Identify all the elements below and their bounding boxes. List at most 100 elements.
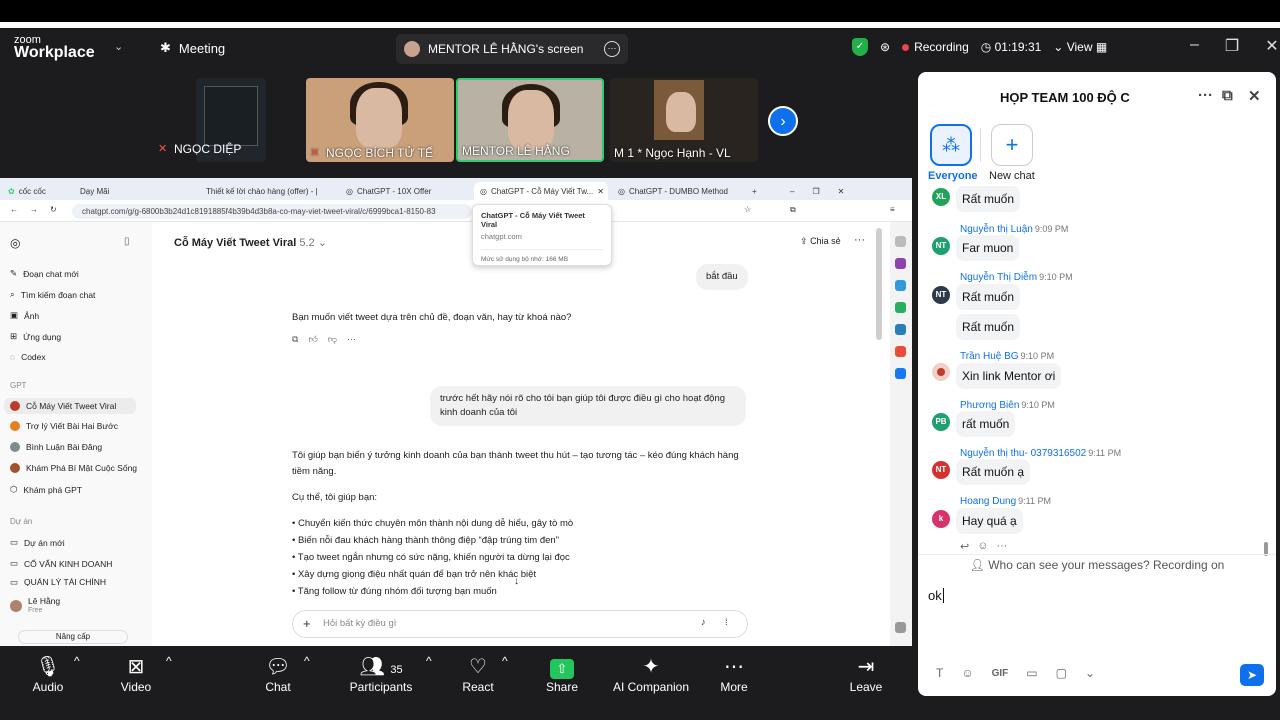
react-options-icon[interactable]: ^	[502, 654, 508, 668]
history-icon[interactable]	[895, 622, 906, 633]
next-page-button[interactable]: ›	[768, 106, 798, 136]
leave-button[interactable]: ⇥ Leave	[848, 654, 884, 694]
close-icon[interactable]: ✕	[838, 187, 845, 196]
chat-message[interactable]: Far muon	[956, 235, 1020, 261]
emoji-icon[interactable]: ☺	[961, 666, 973, 680]
view-button[interactable]: ⌄ View ▦	[1053, 40, 1107, 54]
video-tile-active-speaker[interactable]: MENTOR LÊ HẰNG	[456, 78, 604, 162]
forward-icon[interactable]: →	[30, 205, 38, 214]
browser-tab[interactable]: ◎ ChatGPT - DUMBO Method	[612, 182, 742, 200]
sidebar-item-new-chat[interactable]: ✎ Đoạn chat mới	[10, 268, 79, 279]
sidebar-explore-gpts[interactable]: ⬡ Khám phá GPT	[10, 484, 82, 495]
everyone-chat-button[interactable]: ⁂	[930, 124, 972, 166]
reload-icon[interactable]: ↻	[50, 205, 57, 214]
emoji-icon[interactable]: ☺	[977, 540, 988, 553]
close-icon[interactable]: ✕	[1248, 87, 1261, 105]
thumbs-up-icon[interactable]: 👍︎	[308, 334, 317, 345]
chat-message[interactable]: Rất muốn	[956, 186, 1021, 212]
sidebar-project[interactable]: ▭ QUẢN LÝ TÀI CHÍNH	[10, 578, 106, 586]
sidebar-gpt-tweet-viral[interactable]: Cỗ Máy Viết Tweet Viral	[4, 398, 136, 414]
extensions-icon[interactable]: ⧉	[790, 205, 796, 215]
sidebar-gpt[interactable]: Khám Phá Bí Mật Cuộc Sống	[10, 463, 137, 473]
send-button[interactable]: ➤	[1240, 664, 1264, 686]
who-can-see-notice[interactable]: 👤︎ Who can see your messages? Recording …	[918, 558, 1276, 572]
sidebar-item-apps[interactable]: ⊞ Ứng dụng	[10, 331, 61, 342]
scrollbar[interactable]	[876, 228, 882, 340]
prompt-input[interactable]: + Hỏi bất kỳ điều gì ♪ ⁞	[292, 610, 748, 638]
chevron-down-icon[interactable]: ⌄	[1085, 666, 1095, 680]
restore-icon[interactable]: ❐	[812, 187, 819, 196]
share-screen-button[interactable]: ⇧ Share	[544, 654, 580, 694]
app-icon[interactable]	[895, 302, 906, 313]
user-profile[interactable]: Lê Hằng Free	[10, 596, 60, 616]
more-options-icon[interactable]: ···	[1198, 87, 1213, 104]
more-icon[interactable]: ···	[996, 540, 1007, 553]
thumbs-down-icon[interactable]: 👎︎	[328, 334, 337, 345]
participants-options-icon[interactable]: ^	[426, 654, 432, 668]
chat-message[interactable]: Xin link Mentor ơi	[956, 363, 1062, 389]
format-text-icon[interactable]: T	[936, 666, 943, 680]
sidebar-new-project[interactable]: ▭ Dự án mới	[10, 537, 65, 548]
recording-indicator[interactable]: Recording	[902, 40, 969, 54]
chat-button[interactable]: 💬︎ Chat	[260, 654, 296, 694]
chevron-down-icon[interactable]: ⌄	[114, 40, 123, 53]
screenshot-icon[interactable]: ▢	[1056, 666, 1067, 680]
bookmark-star-icon[interactable]: ☆	[744, 205, 751, 214]
restore-icon[interactable]: ❐	[1225, 36, 1239, 56]
sidebar-gpt[interactable]: Bình Luận Bài Đăng	[10, 442, 102, 452]
minimize-icon[interactable]: –	[790, 187, 794, 196]
zalo-icon[interactable]	[895, 280, 906, 291]
screen-share-indicator[interactable]: MENTOR LÊ HẰNG's screen ···	[396, 34, 628, 64]
close-icon[interactable]: ✕	[1265, 36, 1278, 56]
share-button[interactable]: ⇪ Chia sẻ	[800, 236, 841, 247]
browser-tab-active[interactable]: ◎ ChatGPT - Cỗ Máy Viết Tw... ✕	[474, 182, 608, 200]
sidebar-item-search[interactable]: ⌕ Tìm kiếm đoạn chat	[10, 289, 95, 300]
chat-input[interactable]: ok	[928, 588, 944, 603]
ai-companion-button[interactable]: ✦ AI Companion	[612, 654, 690, 694]
new-chat-button[interactable]: +	[991, 124, 1033, 166]
chat-message[interactable]: Rất muốn ạ	[956, 459, 1031, 485]
tab-close-icon[interactable]: ✕	[597, 187, 604, 196]
link-icon[interactable]: ⊛	[880, 40, 890, 54]
browser-tab[interactable]: Thiết kế lời chào hàng (offer) - |	[200, 182, 330, 200]
video-tile[interactable]: ✕ NGỌC BÍCH TỬ TẾ	[306, 78, 454, 162]
chat-message[interactable]: Rất muốn	[956, 314, 1021, 340]
reply-icon[interactable]: ↩	[960, 540, 969, 553]
video-options-icon[interactable]: ^	[166, 654, 172, 668]
mic-icon[interactable]: ♪	[701, 617, 706, 628]
chat-options-icon[interactable]: ^	[304, 654, 310, 668]
meeting-button[interactable]: ✱ Meeting	[160, 40, 225, 56]
translate-icon[interactable]	[895, 324, 906, 335]
chat-message[interactable]: rất muốn	[956, 411, 1016, 437]
chat-message[interactable]: Hay quá ạ	[956, 508, 1023, 534]
sidebar-gpt[interactable]: Trợ lý Viết Bài Hai Bước	[10, 421, 118, 431]
more-options-icon[interactable]: ···	[854, 234, 865, 246]
sidebar-item-images[interactable]: ▣ Ảnh	[10, 310, 39, 321]
back-icon[interactable]: ←	[10, 205, 18, 214]
url-field[interactable]: chatgpt.com/g/g-6800b3b24d1c8191885f4b39…	[72, 204, 472, 219]
audio-button[interactable]: 🎙︎ Audio	[30, 654, 66, 694]
new-tab-button[interactable]: +	[746, 182, 763, 200]
file-icon[interactable]: ▭	[1026, 666, 1037, 680]
facebook-icon[interactable]	[895, 368, 906, 379]
scroll-down-icon[interactable]: ↓	[514, 576, 519, 587]
sidebar-toggle-icon[interactable]: ▯	[124, 236, 130, 247]
pop-out-icon[interactable]: ⧉	[1222, 87, 1233, 104]
upgrade-button[interactable]: Nâng cấp	[18, 630, 128, 644]
video-tile[interactable]: M 1 * Ngọc Hạnh - VL	[610, 78, 758, 162]
browser-tab[interactable]: Dạy Mãi	[74, 182, 115, 200]
messenger-icon[interactable]	[895, 258, 906, 269]
security-shield-icon[interactable]: ✓	[852, 38, 868, 56]
more-icon[interactable]: ···	[347, 334, 356, 345]
participants-button[interactable]: 👥︎ 35 Participants	[346, 654, 416, 694]
more-button[interactable]: ⋯ More	[716, 654, 752, 694]
minimize-icon[interactable]: –	[1190, 36, 1199, 56]
plus-icon[interactable]: +	[303, 616, 311, 631]
browser-tab[interactable]: ◎ ChatGPT - 10X Offer	[340, 182, 470, 200]
sidebar-project[interactable]: ▭ CỐ VẤN KINH DOANH	[10, 558, 112, 569]
youtube-icon[interactable]	[895, 346, 906, 357]
chatgpt-logo-icon[interactable]: ◎	[10, 236, 20, 250]
menu-icon[interactable]: ≡	[890, 205, 895, 214]
audio-options-icon[interactable]: ^	[74, 654, 80, 668]
voice-mode-icon[interactable]: ⁞	[725, 617, 728, 628]
